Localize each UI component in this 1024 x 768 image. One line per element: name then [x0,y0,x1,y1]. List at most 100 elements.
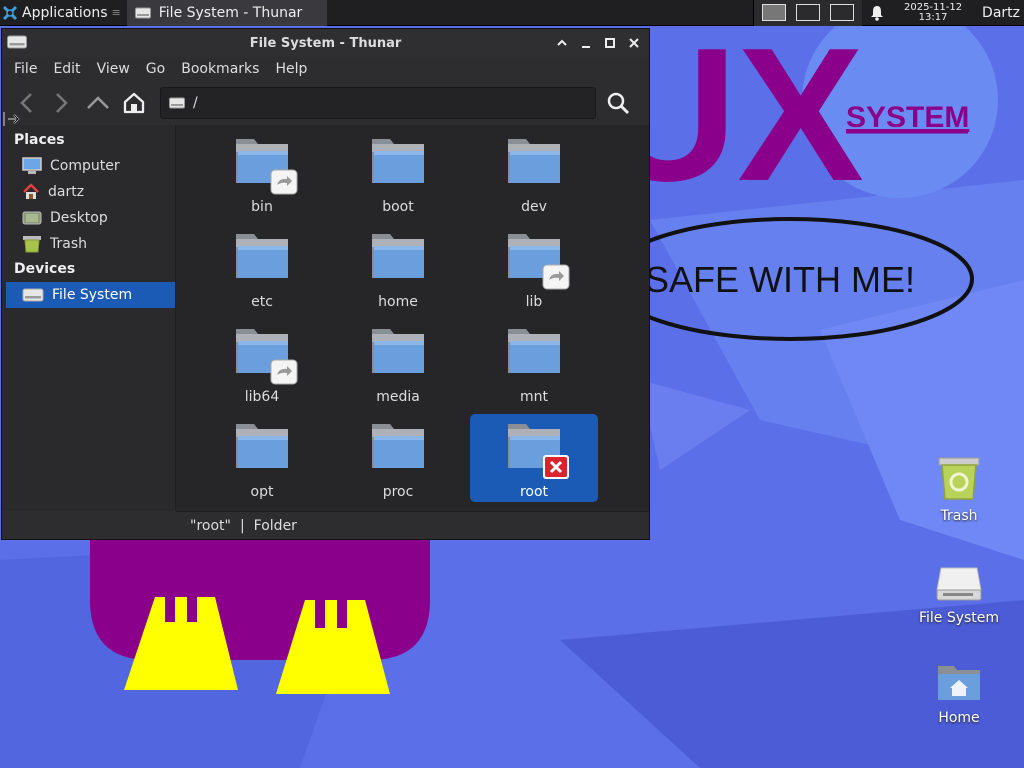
desktop-icon-home[interactable]: Home [914,662,1004,726]
file-icon-view[interactable]: bin boot dev etc home lib lib64 media mnt opt proc… [176,125,649,511]
xfce-logo-icon [2,5,18,20]
thunar-window: File System - Thunar File Edit View Go B… [1,28,650,540]
menu-bookmarks[interactable]: Bookmarks [173,61,267,77]
window-body: Places Computer dartz Desktop Trash Devi… [2,125,649,511]
applications-menu-button[interactable]: Applications ≡ [0,0,127,26]
desktop-icon-trash[interactable]: Trash [914,454,1004,524]
folder-icon [372,139,424,183]
clock-date: 2025-11-12 [903,1,963,13]
folder-item-lib[interactable]: lib [470,224,598,312]
drive-icon [7,35,27,49]
sidebar-item-file-system[interactable]: File System [6,282,175,308]
folder-item-home[interactable]: home [334,224,462,312]
status-separator: | [239,517,245,534]
desktop-icon-label: Trash [940,508,978,524]
user-menu[interactable]: Dartz [974,5,1024,21]
sidebar-item-dartz[interactable]: dartz [2,179,175,205]
forward-button[interactable] [44,87,80,119]
folder-icon [372,234,424,278]
menu-go[interactable]: Go [138,61,173,77]
folder-item-boot[interactable]: boot [334,129,462,217]
folder-item-label: boot [382,199,414,215]
applications-label: Applications [22,4,108,21]
shade-button[interactable] [551,33,573,53]
drive-icon [936,567,982,601]
desktop-icon [22,211,42,225]
drive-icon [134,7,151,18]
folder-item-opt[interactable]: opt [198,414,326,502]
folder-item-label: lib [525,294,543,310]
folder-item-label: bin [251,199,273,215]
workspace-2[interactable] [796,4,821,21]
taskbar-button-label: File System - Thunar [158,4,303,21]
home-folder-icon [938,666,980,700]
location-path: / [193,95,198,111]
sidebar-item-computer[interactable]: Computer [2,153,175,179]
search-button[interactable] [598,87,638,119]
wallpaper-safe-text: SAFE WITH ME! [645,259,915,300]
chevron-up-icon [557,39,567,46]
menubar: File Edit View Go Bookmarks Help [2,57,649,81]
folder-item-mnt[interactable]: mnt [470,319,598,407]
folder-item-lib64[interactable]: lib64 [198,319,326,407]
home-icon [123,92,145,114]
menu-help[interactable]: Help [267,61,315,77]
wallpaper-system-text: SYSTEM [846,101,969,134]
chevron-left-icon [20,93,32,113]
folder-item-label: mnt [520,389,548,405]
desktop-icon-file-system[interactable]: File System [914,560,1004,626]
folder-item-label: opt [250,484,274,500]
window-titlebar[interactable]: File System - Thunar [2,29,649,57]
status-bar: "root" | Folder [176,511,649,539]
workspace-1[interactable] [762,4,787,21]
close-button[interactable] [623,33,645,53]
sidebar-item-trash[interactable]: Trash [2,231,175,257]
search-icon [607,92,630,115]
folder-item-root[interactable]: root [470,414,598,502]
folder-icon [508,329,560,373]
sidebar-item-label: dartz [48,184,85,200]
folder-item-dev[interactable]: dev [470,129,598,217]
workspace-3[interactable] [830,4,855,21]
computer-icon [22,157,42,174]
taskbar-button-thunar[interactable]: File System - Thunar [126,0,327,26]
minimize-button[interactable] [575,33,597,53]
home-button[interactable] [116,87,152,119]
status-selection-name: "root" [190,517,231,534]
sidebar-item-label: Desktop [50,210,108,226]
sidebar-item-desktop[interactable]: Desktop [2,205,175,231]
window-controls [551,33,645,53]
folder-item-media[interactable]: media [334,319,462,407]
trash-icon [938,457,980,500]
menu-view[interactable]: View [89,61,138,77]
notifications-button[interactable] [862,5,892,21]
sidebar-item-label: Trash [50,236,87,252]
menu-handle-icon: ≡ [111,6,121,19]
top-panel: Applications ≡ File System - Thunar 2025… [0,0,1024,26]
resize-cursor-icon [3,112,20,126]
folder-item-proc[interactable]: proc [334,414,462,502]
folder-item-etc[interactable]: etc [198,224,326,312]
status-selection-kind: Folder [253,517,297,534]
sidebar-item-label: Computer [50,158,120,174]
clock[interactable]: 2025-11-12 13:17 [892,1,974,23]
chevron-right-icon [56,93,68,113]
maximize-icon [605,38,615,48]
maximize-button[interactable] [599,33,621,53]
sidebar-item-label: File System [52,287,133,303]
location-bar[interactable]: / [160,87,596,119]
trash-icon [23,236,41,253]
folder-item-label: dev [521,199,547,215]
folder-icon [236,424,288,468]
folder-item-bin[interactable]: bin [198,129,326,217]
folder-item-label: media [376,389,420,405]
bell-icon [871,5,884,21]
menu-file[interactable]: File [6,61,45,77]
drive-icon [22,288,44,302]
folder-icon [236,234,288,278]
folder-icon [372,329,424,373]
menu-edit[interactable]: Edit [45,61,88,77]
parent-folder-button[interactable] [80,87,116,119]
folder-item-label: home [378,294,418,310]
desktop-icon-label: File System [918,610,1000,626]
